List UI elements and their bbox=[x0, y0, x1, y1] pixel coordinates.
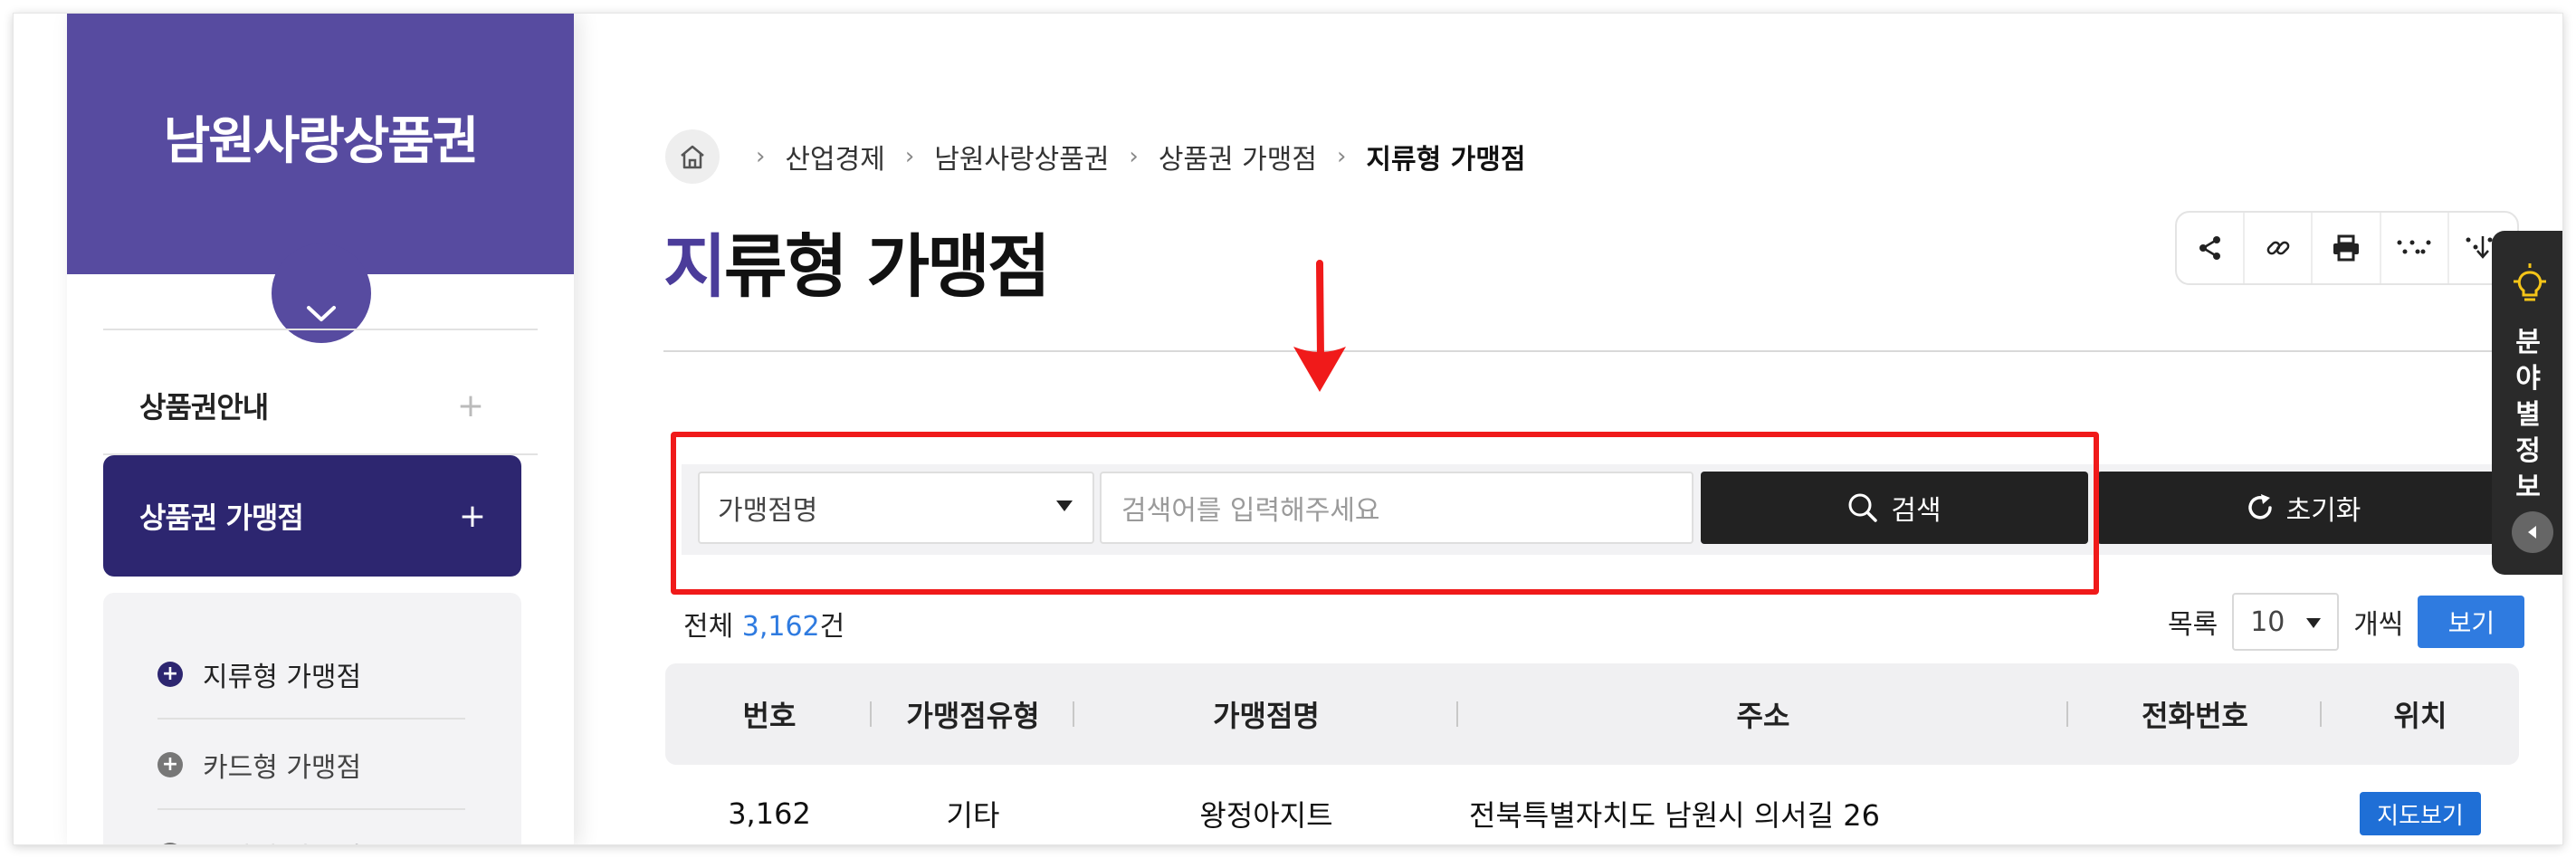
plus-icon: + bbox=[456, 386, 484, 424]
column-header: 위치 bbox=[2393, 699, 2447, 733]
view-button[interactable]: 보기 bbox=[2418, 596, 2525, 648]
breadcrumb-item[interactable]: 산업경제 bbox=[785, 137, 884, 176]
chevron-down-icon bbox=[307, 306, 336, 321]
cell-location: 지도보기 bbox=[2322, 781, 2519, 844]
breadcrumb-separator: › bbox=[1129, 143, 1139, 170]
panel-toggle-button[interactable] bbox=[2512, 511, 2553, 553]
plus-circle-icon: + bbox=[157, 752, 183, 777]
breadcrumb-item[interactable]: 남원사랑상품권 bbox=[934, 137, 1109, 176]
lightbulb-icon bbox=[2514, 263, 2546, 301]
title-divider bbox=[663, 350, 2555, 352]
sidebar-item-voucher-stores[interactable]: 상품권 가맹점 + bbox=[103, 455, 521, 577]
per-page-unit: 개씩 bbox=[2353, 609, 2404, 641]
sidebar: 남원사랑상품권 상품권안내 + 상품권 가맹점 + + 지류형 가맹점 + 카드… bbox=[67, 14, 574, 844]
column-header: 가맹점유형 bbox=[906, 699, 1040, 733]
caret-down-icon bbox=[2306, 618, 2322, 628]
plus-circle-icon: + bbox=[157, 662, 183, 687]
cell-type: 기타 bbox=[946, 798, 1000, 833]
total-count: 전체 3,162건 bbox=[683, 604, 844, 644]
page-title-first: 지 bbox=[663, 226, 727, 307]
view-map-button[interactable]: 지도보기 bbox=[2360, 792, 2481, 835]
page-title-rest: 류형 가맹점 bbox=[723, 226, 1051, 307]
submenu: + 지류형 가맹점 + 카드형 가맹점 + 모바일 가맹점 bbox=[103, 593, 521, 844]
plus-icon: + bbox=[458, 497, 486, 535]
red-highlight-annotation bbox=[671, 432, 2099, 595]
total-prefix: 전체 bbox=[683, 611, 734, 643]
print-icon bbox=[2333, 234, 2359, 262]
column-header: 전화번호 bbox=[2142, 699, 2248, 733]
home-button[interactable] bbox=[665, 129, 720, 184]
column-header: 가맹점명 bbox=[1213, 699, 1320, 733]
per-page-label: 목록 bbox=[2168, 609, 2218, 641]
table-row: 3,162 기타 왕정아지트 전북특별자치도 남원시 의서길 26 지도보기 bbox=[665, 781, 2519, 844]
column-header: 번호 bbox=[742, 699, 797, 733]
field-info-label: 분야별정보 bbox=[2492, 325, 2562, 506]
submenu-item-card-stores[interactable]: + 카드형 가맹점 bbox=[157, 720, 465, 810]
sidebar-item-voucher-info[interactable]: 상품권안내 + bbox=[103, 345, 520, 466]
sidebar-item-label: 상품권안내 bbox=[139, 390, 269, 424]
cell-phone bbox=[2068, 781, 2322, 844]
page-toolbar bbox=[2175, 211, 2519, 285]
red-arrow-annotation bbox=[1293, 260, 1346, 392]
per-page-control: 목록 10 개씩 보기 bbox=[2168, 593, 2525, 651]
breadcrumb-separator: › bbox=[1336, 143, 1347, 170]
submenu-item-label: 카드형 가맹점 bbox=[203, 752, 362, 784]
reset-button-label: 초기화 bbox=[2285, 495, 2361, 527]
divider bbox=[103, 329, 538, 330]
field-info-text: 분야별정보 bbox=[2515, 327, 2541, 503]
sidebar-title: 남원사랑상품권 bbox=[163, 112, 480, 171]
submenu-item-paper-stores[interactable]: + 지류형 가맹점 bbox=[157, 629, 465, 720]
breadcrumb-item[interactable]: 상품권 가맹점 bbox=[1159, 137, 1317, 176]
breadcrumb-current: 지류형 가맹점 bbox=[1366, 144, 1526, 176]
per-page-value: 10 bbox=[2250, 605, 2285, 638]
per-page-select[interactable]: 10 bbox=[2232, 593, 2340, 651]
sidebar-header: 남원사랑상품권 bbox=[67, 14, 574, 274]
breadcrumb: › 산업경제 › 남원사랑상품권 › 상품권 가맹점 › 지류형 가맹점 bbox=[665, 129, 1525, 184]
link-icon bbox=[2266, 241, 2290, 255]
cell-number: 3,162 bbox=[728, 796, 811, 831]
braille-dots-icon bbox=[2397, 240, 2431, 254]
reset-button[interactable]: 초기화 bbox=[2097, 472, 2508, 544]
submenu-item-mobile-stores[interactable]: + 모바일 가맹점 bbox=[157, 810, 465, 844]
home-icon bbox=[681, 145, 704, 169]
table-header: 번호 가맹점유형 가맹점명 주소 전화번호 위치 bbox=[665, 663, 2519, 765]
share-icon bbox=[2199, 236, 2220, 260]
breadcrumb-separator: › bbox=[904, 143, 915, 170]
column-header: 주소 bbox=[1736, 699, 1790, 733]
cell-address: 전북특별자치도 남원시 의서길 26 bbox=[1469, 798, 1880, 833]
caret-left-icon bbox=[2528, 526, 2536, 539]
submenu-item-label: 지류형 가맹점 bbox=[203, 662, 362, 693]
field-info-panel[interactable]: 분야별정보 bbox=[2492, 231, 2562, 575]
breadcrumb-separator: › bbox=[756, 143, 766, 170]
sidebar-item-label: 상품권 가맹점 bbox=[139, 500, 304, 535]
total-number: 3,162 bbox=[741, 611, 820, 643]
page-title: 지류형 가맹점 bbox=[663, 211, 1051, 310]
share-button[interactable] bbox=[2177, 213, 2246, 283]
cell-name: 왕정아지트 bbox=[1199, 798, 1333, 833]
refresh-icon bbox=[2247, 494, 2272, 520]
browser-frame: 남원사랑상품권 상품권안내 + 상품권 가맹점 + + 지류형 가맹점 + 카드… bbox=[13, 13, 2563, 845]
copy-link-button[interactable] bbox=[2245, 213, 2314, 283]
submenu-item-label: 모바일 가맹점 bbox=[203, 835, 361, 844]
print-button[interactable] bbox=[2313, 213, 2381, 283]
plus-circle-icon: + bbox=[157, 843, 183, 844]
total-suffix: 건 bbox=[819, 611, 845, 643]
braille-button[interactable] bbox=[2381, 213, 2449, 283]
